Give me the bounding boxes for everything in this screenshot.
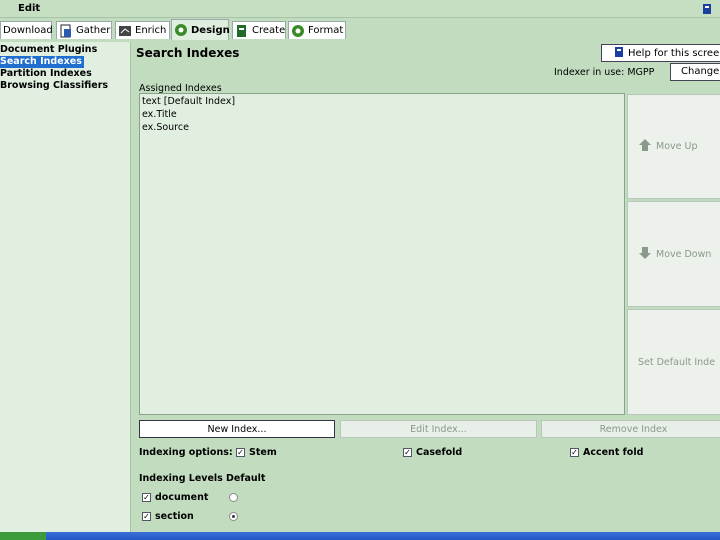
- tab-strip: Download Gather Enrich Design Create For…: [0, 18, 720, 42]
- section-default-radio[interactable]: [229, 512, 238, 521]
- document-level-checkbox[interactable]: ✓: [142, 493, 151, 502]
- casefold-checkbox[interactable]: ✓: [403, 448, 412, 457]
- sidebar-item-browsing-classifiers[interactable]: Browsing Classifiers: [0, 80, 108, 92]
- start-button[interactable]: [0, 532, 46, 540]
- page-title: Search Indexes: [136, 46, 240, 60]
- set-default-label: Set Default Inde: [638, 356, 716, 368]
- remove-index-button[interactable]: Remove Index: [541, 420, 720, 438]
- format-gear-icon: [291, 24, 305, 38]
- arrow-down-icon: [638, 246, 652, 263]
- move-down-label: Move Down: [656, 248, 712, 260]
- tab-enrich[interactable]: Enrich: [115, 21, 170, 39]
- accent-fold-checkbox[interactable]: ✓: [570, 448, 579, 457]
- edit-index-button[interactable]: Edit Index...: [340, 420, 537, 438]
- list-item[interactable]: text [Default Index]: [142, 95, 235, 108]
- list-item[interactable]: ex.Title: [142, 108, 177, 121]
- document-level-label: document: [155, 492, 209, 503]
- taskbar: [0, 532, 720, 540]
- indexer-in-use-label: Indexer in use: MGPP: [554, 67, 655, 78]
- change-indexer-button[interactable]: Change.: [670, 63, 720, 81]
- help-book-icon: [614, 46, 624, 61]
- accent-fold-label: Accent fold: [583, 447, 644, 458]
- arrow-up-icon: [638, 138, 652, 155]
- menu-bar: [0, 0, 720, 18]
- tab-label: Gather: [76, 25, 111, 36]
- tab-label: Download: [3, 25, 53, 36]
- sidebar-item-search-indexes[interactable]: Search Indexes: [0, 56, 84, 68]
- tab-format[interactable]: Format: [288, 21, 346, 39]
- tab-design[interactable]: Design: [171, 19, 230, 40]
- sidebar: Document Plugins Search Indexes Partitio…: [0, 42, 131, 532]
- stem-checkbox[interactable]: ✓: [236, 448, 245, 457]
- help-button[interactable]: Help for this scree: [601, 44, 720, 62]
- create-icon: [235, 24, 249, 38]
- document-default-radio[interactable]: [229, 493, 238, 502]
- section-level-checkbox[interactable]: ✓: [142, 512, 151, 521]
- indexing-options-label: Indexing options:: [139, 447, 233, 458]
- list-item[interactable]: ex.Source: [142, 121, 189, 134]
- indexing-levels-label: Indexing Levels: [139, 473, 223, 484]
- design-gear-icon: [174, 23, 188, 37]
- help-button-label: Help for this scree: [628, 47, 720, 59]
- tab-label: Enrich: [135, 25, 167, 36]
- enrich-icon: [118, 24, 132, 38]
- tab-label: Create: [252, 25, 286, 36]
- tab-label: Format: [308, 25, 344, 36]
- tab-download[interactable]: Download: [0, 21, 53, 39]
- tab-create[interactable]: Create: [232, 21, 286, 39]
- help-icon[interactable]: [700, 2, 720, 16]
- move-up-button[interactable]: Move Up: [627, 94, 720, 199]
- casefold-label: Casefold: [416, 447, 463, 458]
- move-down-button[interactable]: Move Down: [627, 201, 720, 307]
- sidebar-item-partition-indexes[interactable]: Partition Indexes: [0, 68, 92, 80]
- tab-label: Design: [191, 24, 230, 36]
- move-up-label: Move Up: [656, 141, 698, 152]
- tab-gather[interactable]: Gather: [56, 21, 112, 39]
- default-column-label: Default: [226, 473, 266, 484]
- new-index-button[interactable]: New Index...: [139, 420, 335, 438]
- set-default-index-button[interactable]: Set Default Inde: [627, 309, 720, 415]
- stem-label: Stem: [249, 447, 277, 458]
- section-level-label: section: [155, 511, 194, 522]
- assigned-indexes-list[interactable]: text [Default Index] ex.Title ex.Source: [139, 93, 625, 415]
- gather-icon: [59, 24, 73, 38]
- menu-edit[interactable]: Edit: [18, 3, 40, 14]
- sidebar-item-document-plugins[interactable]: Document Plugins: [0, 44, 97, 56]
